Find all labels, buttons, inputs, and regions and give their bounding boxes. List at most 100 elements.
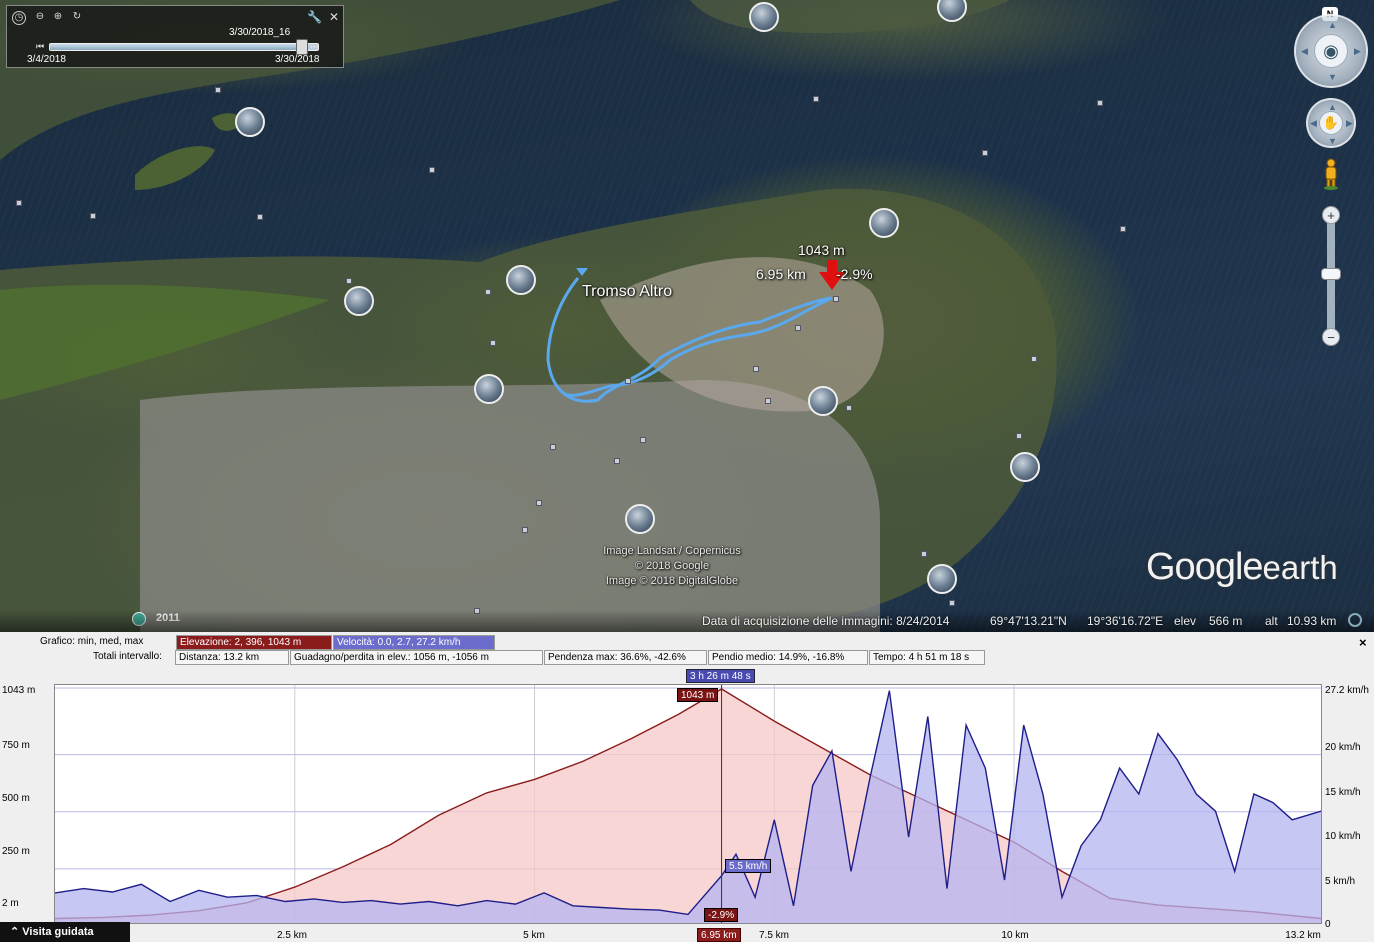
photo-marker[interactable] <box>522 527 528 533</box>
cursor-elevation-tag: 1043 m <box>677 688 719 702</box>
range-totals-label: Totali intervallo: <box>93 651 162 662</box>
clock-icon[interactable]: ◷ <box>12 11 26 25</box>
photo-thumbnail[interactable] <box>506 265 536 295</box>
hover-distance: 6.95 km <box>756 266 806 282</box>
hover-elevation: 1043 m <box>798 242 845 258</box>
arrow-right-icon[interactable]: ▶ <box>1354 46 1361 57</box>
map-view[interactable]: Tromso Altro 1043 m 6.95 km -2.9% Image … <box>0 0 1374 632</box>
arrow-down-icon[interactable]: ▼ <box>1328 136 1337 146</box>
photo-thumbnail[interactable] <box>749 2 779 32</box>
x-tick: 10 km <box>1001 930 1029 941</box>
photo-marker[interactable] <box>625 378 631 384</box>
photo-thumbnail[interactable] <box>808 386 838 416</box>
elev-label: elev <box>1174 614 1197 628</box>
photo-thumbnail[interactable] <box>1010 452 1040 482</box>
photo-marker[interactable] <box>753 366 759 372</box>
gps-track <box>546 268 833 403</box>
photo-thumbnail[interactable] <box>927 564 957 594</box>
photo-thumbnail[interactable] <box>869 208 899 238</box>
elevation-stat-toggle[interactable]: Elevazione: 2, 396, 1043 m <box>176 635 332 650</box>
placemark-label[interactable]: Tromso Altro <box>582 283 672 301</box>
profile-plot[interactable] <box>54 684 1322 924</box>
skip-back-icon[interactable]: ⏮ <box>33 40 47 54</box>
google-earth-logo: Googleearth <box>1146 546 1338 589</box>
photo-marker[interactable] <box>346 278 352 284</box>
zoom-out-time-icon[interactable]: ⊖ <box>33 11 47 25</box>
avg-grade-stat: Pendio medio: 14.9%, -16.8% <box>708 650 868 665</box>
guided-tour-icon: ⌃ <box>10 926 23 938</box>
imagery-credits: Image Landsat / Copernicus © 2018 Google… <box>592 544 752 589</box>
photo-marker[interactable] <box>921 551 927 557</box>
zoom-in-button[interactable]: + <box>1322 206 1340 224</box>
photo-marker[interactable] <box>1120 226 1126 232</box>
profile-chart-svg[interactable] <box>55 685 1321 923</box>
refresh-icon[interactable]: ↻ <box>70 11 84 25</box>
photo-marker[interactable] <box>90 213 96 219</box>
logo-main: Google <box>1146 546 1264 588</box>
y-left-tick: 500 m <box>2 793 30 804</box>
y-right-tick: 27.2 km/h <box>1325 685 1369 696</box>
guided-tour-button[interactable]: ⌃ Visita guidata <box>0 922 130 942</box>
arrow-down-icon[interactable]: ▼ <box>1328 72 1337 82</box>
photo-marker[interactable] <box>536 500 542 506</box>
photo-marker[interactable] <box>614 458 620 464</box>
x-tick: 5 km <box>523 930 545 941</box>
photo-marker[interactable] <box>949 600 955 606</box>
credit-line: Image Landsat / Copernicus <box>603 545 741 557</box>
photo-marker[interactable] <box>550 444 556 450</box>
arrow-right-icon[interactable]: ▶ <box>1346 118 1353 129</box>
hand-icon[interactable]: ✋ <box>1319 111 1343 135</box>
photo-marker[interactable] <box>813 96 819 102</box>
zoom-knob[interactable] <box>1321 268 1341 280</box>
x-tick: 2.5 km <box>276 930 308 941</box>
photo-thumbnail[interactable] <box>344 286 374 316</box>
close-profile-button[interactable]: × <box>1359 635 1367 650</box>
photo-marker[interactable] <box>1031 356 1037 362</box>
photo-thumbnail[interactable] <box>625 504 655 534</box>
photo-marker[interactable] <box>982 150 988 156</box>
arrow-up-icon[interactable]: ▲ <box>1328 20 1337 30</box>
credit-line: © 2018 Google <box>634 560 710 572</box>
zoom-in-time-icon[interactable]: ⊕ <box>51 11 65 25</box>
x-tick: 13.2 km <box>1285 930 1321 941</box>
time-current-label: 3/30/2018_16 <box>229 27 291 38</box>
move-control[interactable]: ✋ ▲ ▼ ◀ ▶ <box>1306 98 1356 148</box>
arrow-left-icon[interactable]: ◀ <box>1310 118 1317 129</box>
pegman-icon[interactable] <box>1323 158 1339 190</box>
zoom-out-button[interactable]: − <box>1322 328 1340 346</box>
skip-forward-icon[interactable]: ⏭ <box>307 40 321 54</box>
speed-stat-toggle[interactable]: Velocità: 0.0, 2.7, 27.2 km/h <box>333 635 495 650</box>
photo-marker[interactable] <box>795 325 801 331</box>
photo-marker[interactable] <box>833 296 839 302</box>
logo-sub: earth <box>1262 549 1338 586</box>
photo-marker[interactable] <box>490 340 496 346</box>
photo-marker[interactable] <box>16 200 22 206</box>
photo-marker[interactable] <box>765 398 771 404</box>
elevation-gain-stat: Guadagno/perdita in elev.: 1056 m, -1056… <box>290 650 543 665</box>
photo-marker[interactable] <box>215 87 221 93</box>
photo-marker[interactable] <box>640 437 646 443</box>
arrow-left-icon[interactable]: ◀ <box>1301 46 1308 57</box>
photo-marker[interactable] <box>429 167 435 173</box>
cursor-time-label: 3 h 26 m 48 s <box>686 669 755 683</box>
acquisition-date: Data di acquisizione delle immagini: 8/2… <box>702 614 950 628</box>
photo-marker[interactable] <box>1016 433 1022 439</box>
photo-marker[interactable] <box>485 289 491 295</box>
eye-icon[interactable]: ◉ <box>1314 34 1348 68</box>
elevation-profile-panel: Grafico: min, med, max Elevazione: 2, 39… <box>0 632 1374 942</box>
cursor-grade-tag: -2.9% <box>704 908 739 922</box>
close-icon[interactable]: ✕ <box>327 11 341 25</box>
arrow-up-icon[interactable]: ▲ <box>1328 102 1337 112</box>
look-control[interactable]: ◉ ▲ ▼ ◀ ▶ <box>1294 14 1368 88</box>
photo-thumbnail[interactable] <box>235 107 265 137</box>
time-stat: Tempo: 4 h 51 m 18 s <box>869 650 985 665</box>
photo-marker[interactable] <box>1097 100 1103 106</box>
streaming-status-icon <box>1348 613 1362 627</box>
photo-thumbnail[interactable] <box>474 374 504 404</box>
time-slider-track[interactable] <box>49 39 319 55</box>
start-marker <box>576 268 588 276</box>
y-right-tick: 5 km/h <box>1325 876 1356 887</box>
photo-marker[interactable] <box>257 214 263 220</box>
wrench-icon[interactable]: 🔧 <box>307 11 322 25</box>
photo-marker[interactable] <box>846 405 852 411</box>
